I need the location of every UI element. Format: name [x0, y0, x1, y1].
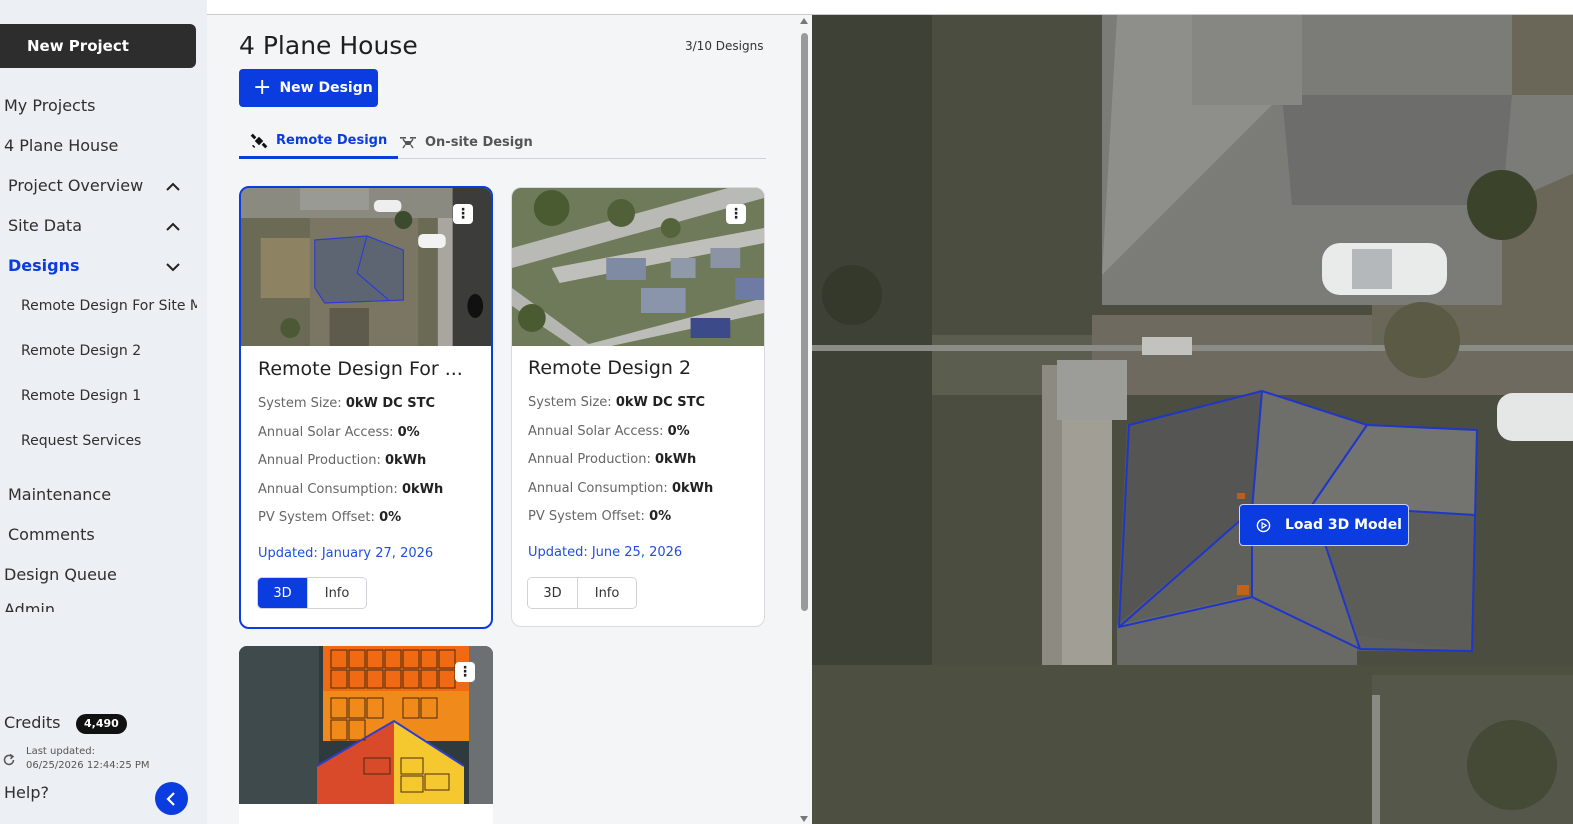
info-button[interactable]: Info [307, 578, 366, 608]
stat-label: Annual Production: [528, 452, 651, 467]
stat-label: Annual Consumption: [258, 482, 398, 497]
last-updated-value: 06/25/2026 12:44:25 PM [26, 760, 150, 771]
tab-label: Remote Design [276, 133, 388, 148]
nav-design-item[interactable]: Remote Design 1 [21, 388, 197, 404]
nav-request-services[interactable]: Request Services [21, 433, 197, 449]
scroll-thumb[interactable] [801, 33, 808, 611]
new-design-button[interactable]: + New Design [239, 69, 378, 107]
collapse-sidebar-button[interactable] [155, 782, 188, 815]
more-options-icon[interactable]: ⋮ [726, 204, 746, 224]
design-card[interactable]: ⋮ Remote Design 2 System Size: 0kW DC ST… [511, 187, 765, 627]
stat-label: Annual Solar Access: [258, 425, 394, 440]
more-options-icon[interactable]: ⋮ [453, 204, 473, 224]
refresh-icon[interactable] [2, 752, 16, 766]
stat-label: System Size: [258, 396, 342, 411]
design-thumbnail: ⋮ [239, 646, 493, 804]
3d-button[interactable]: 3D [528, 578, 578, 608]
annual-consumption: Annual Consumption: 0kWh [528, 481, 713, 496]
design-thumbnail: ⋮ [241, 188, 491, 346]
help-link[interactable]: Help? [4, 783, 49, 802]
stat-label: Annual Production: [258, 453, 381, 468]
nav-site-data[interactable]: Site Data [8, 216, 82, 235]
card-title: Remote Design 2 [528, 357, 692, 379]
scrollbar[interactable] [797, 15, 812, 824]
nav-comments[interactable]: Comments [8, 525, 95, 544]
stat-value: 0kWh [401, 482, 444, 497]
load-3d-model-label: Load 3D Model [1285, 517, 1402, 533]
system-size: System Size: 0kW DC STC [258, 396, 435, 411]
credits-badge: 4,490 [76, 714, 127, 734]
stat-label: Annual Solar Access: [528, 424, 664, 439]
page-title: 4 Plane House [239, 31, 418, 60]
last-updated-label: Last updated: [26, 746, 95, 757]
design-tabs: Remote Design On-site Design [239, 125, 766, 159]
system-size: System Size: 0kW DC STC [528, 395, 705, 410]
design-card[interactable]: ⋮ [239, 646, 493, 824]
credits-label: Credits [4, 713, 61, 732]
stat-value: 0% [667, 424, 690, 439]
stat-label: PV System Offset: [258, 510, 375, 525]
stat-label: PV System Offset: [528, 509, 645, 524]
nav-my-projects[interactable]: My Projects [4, 96, 95, 115]
3d-button[interactable]: 3D [258, 578, 308, 608]
info-button[interactable]: Info [577, 578, 636, 608]
annual-solar-access: Annual Solar Access: 0% [528, 424, 690, 439]
nav-design-item[interactable]: Remote Design For Site M [21, 298, 197, 314]
load-3d-model-button[interactable]: Load 3D Model [1239, 504, 1409, 546]
nav-admin[interactable]: Admin [4, 600, 55, 612]
aerial-imagery [812, 15, 1573, 824]
updated-date: Updated: June 25, 2026 [528, 545, 683, 560]
aerial-map[interactable]: Load 3D Model [812, 15, 1573, 824]
annual-production: Annual Production: 0kWh [528, 452, 696, 467]
card-title: Remote Design For ... [258, 358, 463, 380]
tab-on-site-design[interactable]: On-site Design [399, 125, 533, 159]
nav-maintenance[interactable]: Maintenance [8, 485, 111, 504]
scroll-up-icon[interactable] [800, 18, 808, 24]
view-toggle: 3D Info [257, 577, 367, 609]
plus-icon: + [253, 75, 272, 100]
nav-designs[interactable]: Designs [8, 256, 80, 275]
annual-solar-access: Annual Solar Access: 0% [258, 425, 420, 440]
new-project-button[interactable]: New Project [0, 24, 196, 68]
satellite-icon [250, 133, 268, 148]
stat-value: 0% [649, 509, 672, 524]
stat-value: 0kWh [655, 452, 697, 467]
chevron-up-icon[interactable] [164, 218, 182, 236]
stat-value: 0% [397, 425, 420, 440]
sidebar: New Project My Projects 4 Plane House Pr… [0, 0, 207, 824]
design-thumbnail: ⋮ [512, 188, 764, 346]
scroll-down-icon[interactable] [800, 816, 808, 822]
tab-remote-design[interactable]: Remote Design [239, 125, 399, 159]
chevron-left-icon [165, 791, 175, 806]
nav-project-name[interactable]: 4 Plane House [4, 136, 118, 155]
top-border [207, 0, 1573, 15]
new-design-label: New Design [279, 80, 373, 96]
designs-panel: 4 Plane House 3/10 Designs + New Design … [207, 15, 812, 824]
stat-value: 0% [379, 510, 402, 525]
pv-system-offset: PV System Offset: 0% [258, 510, 401, 525]
chevron-down-icon[interactable] [164, 258, 182, 276]
annual-consumption: Annual Consumption: 0kWh [258, 482, 443, 497]
stat-value: 0kW DC STC [345, 396, 436, 411]
last-updated: Last updated: 06/25/2026 12:44:25 PM [26, 745, 150, 773]
design-count: 3/10 Designs [685, 39, 764, 53]
view-toggle: 3D Info [527, 577, 637, 609]
stat-value: 0kW DC STC [615, 395, 706, 410]
pv-system-offset: PV System Offset: 0% [528, 509, 671, 524]
nav-design-queue[interactable]: Design Queue [4, 565, 117, 584]
play-circle-icon [1256, 518, 1271, 532]
more-options-icon[interactable]: ⋮ [455, 662, 475, 682]
nav-design-item[interactable]: Remote Design 2 [21, 343, 197, 359]
nav-project-overview[interactable]: Project Overview [8, 176, 143, 195]
design-card[interactable]: ⋮ Remote Design For ... System Size: 0kW… [239, 186, 493, 629]
stat-value: 0kWh [385, 453, 427, 468]
tab-label: On-site Design [425, 134, 533, 150]
updated-date: Updated: January 27, 2026 [258, 546, 434, 561]
annual-production: Annual Production: 0kWh [258, 453, 426, 468]
drone-icon [400, 137, 416, 149]
chevron-up-icon[interactable] [164, 178, 182, 196]
stat-value: 0kWh [671, 481, 714, 496]
stat-label: System Size: [528, 395, 612, 410]
stat-label: Annual Consumption: [528, 481, 668, 496]
